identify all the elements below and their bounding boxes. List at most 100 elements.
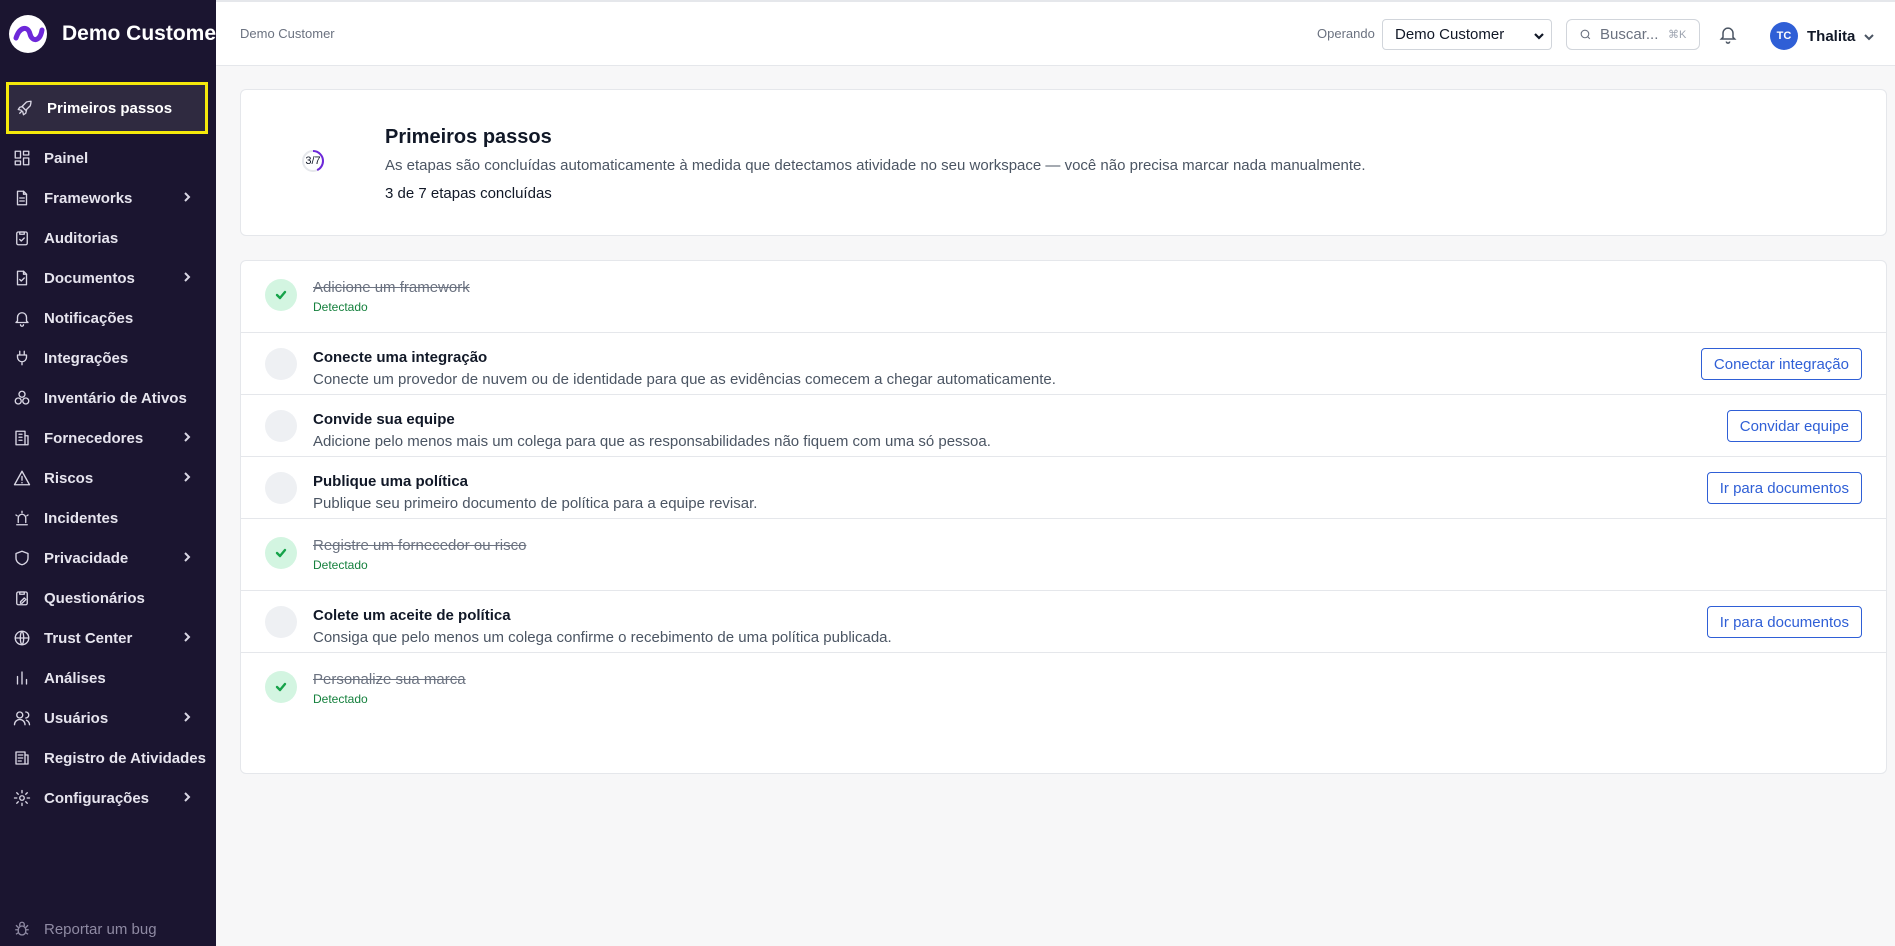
step-title: Registre um fornecedor ou risco (313, 537, 527, 554)
sidebar-item-integracoes[interactable]: Integrações (0, 338, 216, 378)
sidebar-item-analises[interactable]: Análises (0, 658, 216, 698)
step-complete-icon (265, 279, 297, 311)
chevron-right-icon (180, 270, 194, 284)
step-title: Adicione um framework (313, 279, 470, 296)
sidebar-item-primeiros-passos[interactable]: Primeiros passos (6, 82, 208, 134)
sidebar-item-label: Auditorias (44, 229, 119, 247)
onboarding-summary-card: 3/7 Primeiros passos As etapas são concl… (240, 89, 1887, 236)
step-title: Colete um aceite de política (313, 607, 511, 624)
search-icon (1580, 29, 1591, 40)
step-action-button[interactable]: Convidar equipe (1726, 410, 1862, 442)
building-icon (13, 429, 31, 447)
sidebar-item-trust-center[interactable]: Trust Center (0, 618, 216, 658)
report-bug-link[interactable]: Reportar um bug (13, 920, 157, 938)
onboarding-step: Convide sua equipe Adicione pelo menos ma… (241, 395, 1886, 457)
bell-icon (1719, 27, 1737, 44)
onboarding-step: Colete um aceite de política Consiga que … (241, 591, 1886, 653)
page-title: Primeiros passos (385, 126, 552, 148)
step-action-button[interactable]: Conectar integração (1700, 348, 1862, 380)
logs-icon (13, 749, 31, 767)
globe-icon (13, 629, 31, 647)
sidebar-item-auditorias[interactable]: Auditorias (0, 218, 216, 258)
sidebar-item-label: Integrações (44, 349, 129, 367)
dashboard-icon (13, 149, 31, 167)
steps-completed-count: 3 de 7 etapas concluídas (385, 185, 552, 202)
sidebar-item-notificacoes[interactable]: Notificações (0, 298, 216, 338)
clipboard-check-icon (13, 229, 31, 247)
shield-icon (13, 549, 31, 567)
step-status: Detectado (313, 692, 368, 706)
sidebar-nav: Primeiros passos Painel Frameworks Auditori… (0, 82, 216, 818)
onboarding-step: Adicione um framework Detectado (241, 261, 1886, 333)
step-pending-icon (265, 606, 297, 638)
report-bug-label: Reportar um bug (44, 920, 157, 938)
sidebar-item-frameworks[interactable]: Frameworks (0, 178, 216, 218)
chevron-right-icon (180, 790, 194, 804)
bell-icon (13, 309, 31, 327)
sidebar-item-label: Privacidade (44, 549, 129, 567)
search-box[interactable]: ⌘K (1566, 19, 1700, 50)
chevron-right-icon (180, 710, 194, 724)
chevron-down-icon (1863, 30, 1875, 42)
onboarding-step: Personalize sua marca Detectado (241, 653, 1886, 724)
sidebar-item-label: Frameworks (44, 189, 133, 207)
sidebar-item-painel[interactable]: Painel (0, 138, 216, 178)
sidebar-item-label: Inventário de Ativos (44, 389, 187, 407)
onboarding-step: Publique uma política Publique seu primei… (241, 457, 1886, 519)
user-menu[interactable]: TC Thalita (1770, 22, 1875, 50)
step-status: Detectado (313, 300, 368, 314)
notifications-button[interactable] (1718, 24, 1740, 46)
onboarding-steps-list: Adicione um framework Detectado Conecte um… (240, 260, 1887, 774)
onboarding-step: Registre um fornecedor ou risco Detectado (241, 519, 1886, 591)
sidebar: Demo Customer Primeiros passos Painel Fram… (0, 0, 224, 946)
bug-icon (15, 921, 29, 936)
step-title: Personalize sua marca (313, 671, 466, 688)
sidebar-item-label: Registro de Atividades (44, 749, 206, 767)
step-action-button[interactable]: Ir para documentos (1706, 606, 1862, 638)
sidebar-item-label: Questionários (44, 589, 145, 607)
breadcrumb[interactable]: Demo Customer (240, 26, 335, 41)
sidebar-item-questionarios[interactable]: Questionários (0, 578, 216, 618)
top-bar: Demo Customer Operando Demo Customer ⌘K … (216, 0, 1895, 66)
sidebar-item-label: Trust Center (44, 629, 133, 647)
warning-triangle-icon (13, 469, 31, 487)
boxes-icon (13, 389, 31, 407)
sidebar-item-documentos[interactable]: Documentos (0, 258, 216, 298)
sidebar-item-inventario-de-ativos[interactable]: Inventário de Ativos (0, 378, 216, 418)
sidebar-item-usuarios[interactable]: Usuários (0, 698, 216, 738)
summary-description: As etapas são concluídas automaticamente… (385, 157, 1366, 174)
progress-ring: 3/7 (301, 149, 325, 173)
workspace-select[interactable]: Demo Customer (1382, 19, 1552, 50)
sidebar-item-label: Configurações (44, 789, 150, 807)
brand-name: Demo Customer (62, 22, 225, 45)
chevron-down-icon (1533, 29, 1545, 41)
step-complete-icon (265, 671, 297, 703)
sidebar-item-registro-de-atividades[interactable]: Registro de Atividades (0, 738, 216, 778)
step-title: Conecte uma integração (313, 349, 488, 366)
sidebar-item-label: Usuários (44, 709, 109, 727)
sidebar-item-privacidade[interactable]: Privacidade (0, 538, 216, 578)
user-name: Thalita (1807, 27, 1856, 45)
sidebar-item-label: Painel (44, 149, 89, 167)
brand[interactable]: Demo Customer (6, 12, 224, 56)
step-description: Consiga que pelo menos um colega confirm… (313, 629, 892, 646)
step-pending-icon (265, 410, 297, 442)
search-input[interactable] (1600, 26, 1664, 43)
sidebar-item-fornecedores[interactable]: Fornecedores (0, 418, 216, 458)
plug-icon (13, 349, 31, 367)
chevron-right-icon (180, 430, 194, 444)
step-description: Publique seu primeiro documento de polít… (313, 495, 758, 512)
chevron-right-icon (180, 550, 194, 564)
sidebar-item-configuracoes[interactable]: Configurações (0, 778, 216, 818)
sidebar-item-label: Análises (44, 669, 106, 687)
chevron-right-icon (180, 190, 194, 204)
gear-icon (13, 789, 31, 807)
sidebar-item-label: Documentos (44, 269, 135, 287)
clipboard-pen-icon (13, 589, 31, 607)
brand-logo-icon (9, 15, 47, 53)
sidebar-item-incidentes[interactable]: Incidentes (0, 498, 216, 538)
sidebar-item-riscos[interactable]: Riscos (0, 458, 216, 498)
bar-chart-icon (13, 669, 31, 687)
step-action-button[interactable]: Ir para documentos (1706, 472, 1862, 504)
step-complete-icon (265, 537, 297, 569)
